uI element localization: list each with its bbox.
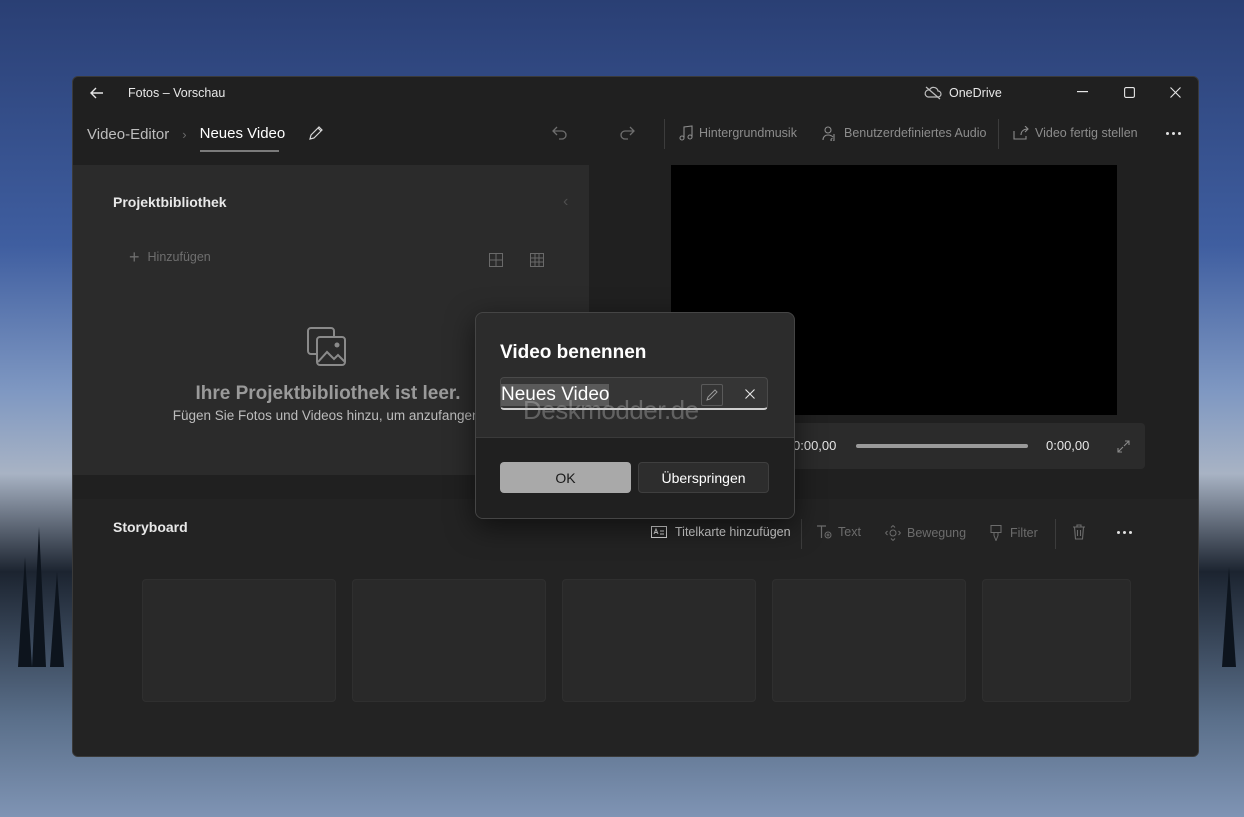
breadcrumb: Video-Editor › Neues Video	[87, 123, 285, 145]
tree	[32, 527, 46, 667]
rename-video-dialog: Video benennen Neues Video Deskmodder.de…	[475, 312, 795, 519]
title-card-button[interactable]: Titelkarte hinzufügen	[651, 525, 791, 539]
background-music-label: Hintergrundmusik	[699, 126, 797, 140]
project-library-title: Projektbibliothek	[113, 194, 227, 210]
clear-input-icon[interactable]	[741, 385, 759, 403]
finish-video-label: Video fertig stellen	[1035, 126, 1138, 140]
storyboard-more-options-icon[interactable]	[1112, 523, 1136, 541]
music-note-icon	[679, 125, 693, 141]
more-options-icon[interactable]	[1161, 123, 1185, 143]
expand-fullscreen-icon[interactable]	[1115, 438, 1131, 454]
storyboard-slot[interactable]	[982, 579, 1131, 702]
maximize-icon[interactable]	[1118, 83, 1140, 101]
storyboard-slot[interactable]	[562, 579, 756, 702]
filter-button[interactable]: Filter	[990, 525, 1038, 541]
filter-brush-icon	[990, 525, 1002, 541]
storyboard-slot[interactable]	[352, 579, 546, 702]
title-card-label: Titelkarte hinzufügen	[675, 525, 791, 539]
skip-button[interactable]: Überspringen	[638, 462, 769, 493]
tree	[1222, 567, 1236, 667]
toolbar-separator	[1055, 519, 1056, 549]
custom-audio-label: Benutzerdefiniertes Audio	[844, 126, 987, 140]
undo-icon[interactable]	[550, 123, 570, 143]
breadcrumb-current-underline	[200, 150, 279, 152]
storyboard-title: Storyboard	[113, 519, 188, 535]
chevron-right-icon: ›	[182, 126, 187, 142]
share-export-icon	[1013, 126, 1029, 140]
tree	[50, 572, 64, 667]
trash-delete-icon[interactable]	[1071, 523, 1087, 541]
title-card-icon	[651, 526, 667, 538]
add-media-label: Hinzufügen	[147, 250, 211, 264]
onedrive-offline-icon[interactable]	[923, 85, 943, 101]
window-title: Fotos – Vorschau	[128, 86, 226, 100]
pencil-edit-icon[interactable]	[306, 123, 326, 143]
text-add-icon	[817, 525, 832, 539]
storyboard-slot[interactable]	[772, 579, 966, 702]
custom-audio-button[interactable]: Benutzerdefiniertes Audio	[822, 123, 986, 143]
filter-label: Filter	[1010, 526, 1038, 540]
small-grid-view-icon[interactable]	[529, 252, 545, 268]
toolbar-separator	[998, 119, 999, 149]
minimize-icon[interactable]	[1071, 83, 1093, 101]
dialog-title: Video benennen	[500, 342, 647, 363]
tree	[18, 557, 32, 667]
motion-label: Bewegung	[907, 526, 967, 540]
collapse-chevron-icon[interactable]: ‹	[563, 193, 568, 211]
text-label: Text	[838, 525, 861, 539]
back-arrow-icon[interactable]	[87, 84, 107, 102]
text-button[interactable]: Text	[816, 525, 861, 539]
empty-library-photos-icon	[305, 325, 349, 369]
close-icon[interactable]	[1164, 83, 1186, 101]
large-grid-view-icon[interactable]	[488, 252, 504, 268]
current-time: 0:00,00	[793, 438, 837, 453]
ok-button[interactable]: OK	[500, 462, 631, 493]
breadcrumb-root[interactable]: Video-Editor	[87, 126, 169, 143]
onedrive-label[interactable]: OneDrive	[949, 86, 1002, 100]
toolbar-separator	[664, 119, 665, 149]
background-music-button[interactable]: Hintergrundmusik	[679, 123, 797, 143]
toolbar-separator	[801, 519, 802, 549]
motion-button[interactable]: Bewegung	[885, 525, 966, 541]
total-time: 0:00,00	[1046, 438, 1090, 453]
breadcrumb-current: Neues Video	[199, 124, 286, 142]
plus-icon: +	[129, 247, 140, 267]
seek-slider[interactable]	[856, 444, 1028, 448]
finish-video-button[interactable]: Video fertig stellen	[1013, 123, 1138, 143]
motion-icon	[885, 525, 901, 541]
redo-icon[interactable]	[617, 123, 637, 143]
storyboard-slot[interactable]	[142, 579, 336, 702]
pen-icon	[701, 384, 723, 406]
add-media-button[interactable]: + Hinzufügen	[129, 247, 211, 267]
watermark: Deskmodder.de	[523, 395, 699, 425]
person-audio-icon	[822, 126, 835, 141]
